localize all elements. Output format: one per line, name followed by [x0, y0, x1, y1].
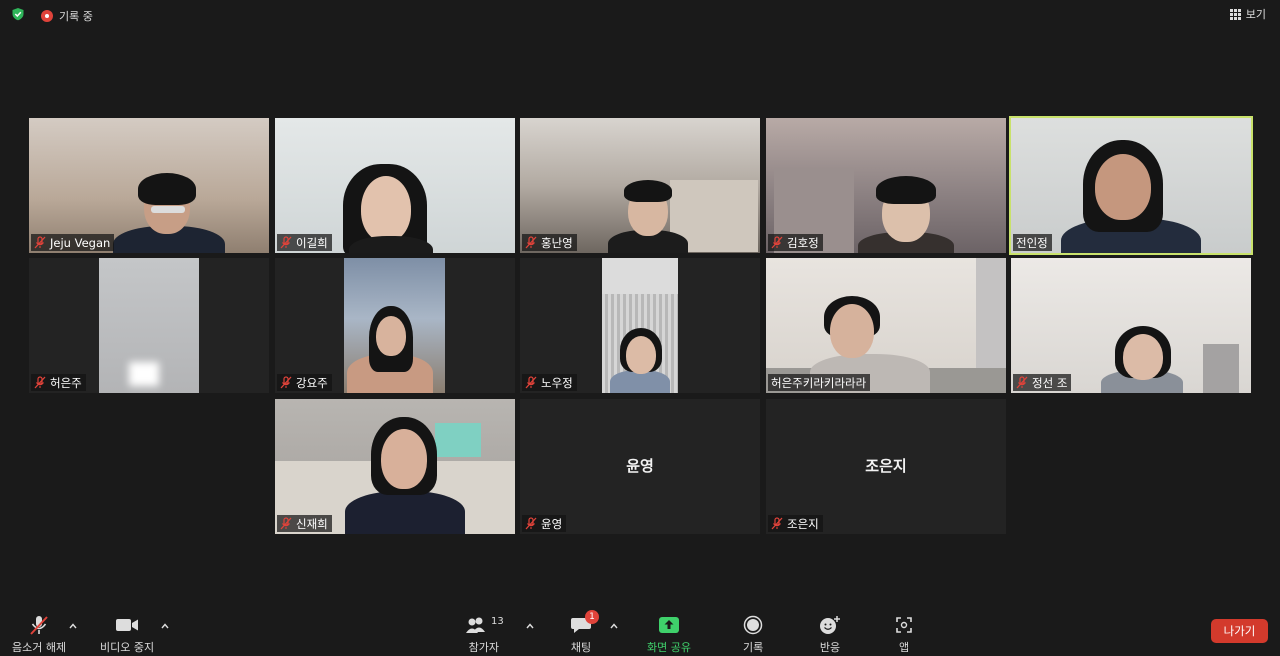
view-label: 보기 — [1245, 8, 1266, 21]
chat-label: 채팅 — [570, 641, 592, 654]
mic-muted-icon — [771, 236, 783, 249]
participant-name: Jeju Vegan — [50, 235, 111, 250]
video-tile-4[interactable]: 김호정 — [766, 118, 1006, 253]
record-label: 기록 — [743, 641, 764, 654]
window — [1203, 344, 1239, 393]
participant-name: 강요주 — [296, 375, 328, 390]
name-tag: 허은주키라키라라라 — [768, 374, 871, 391]
video-tile-7[interactable]: 강요주 — [275, 258, 515, 393]
leave-button[interactable]: 나가기 — [1211, 619, 1268, 643]
video-tile-3[interactable]: 홍난영 — [520, 118, 760, 253]
mic-muted-icon — [525, 376, 537, 389]
video-tile-6[interactable]: 허은주 — [29, 258, 269, 393]
participant-name: 신재희 — [296, 516, 328, 531]
unmute-button[interactable]: 음소거 해제 — [12, 614, 66, 655]
video-tile-2[interactable]: 이길희 — [275, 118, 515, 253]
name-tag: 허은주 — [31, 374, 86, 391]
name-tag: 정선 조 — [1013, 374, 1072, 391]
recording-label: 기록 중 — [59, 10, 93, 23]
video-tile-jeju-vegan[interactable]: Jeju Vegan — [29, 118, 269, 253]
name-tag: 홍난영 — [522, 234, 577, 251]
microphone-muted-icon — [30, 616, 48, 635]
apps-icon — [896, 617, 912, 633]
participant-name: 노우정 — [541, 375, 573, 390]
participant-name: 전인정 — [1016, 235, 1048, 250]
mic-muted-icon — [280, 236, 292, 249]
mic-muted-icon — [34, 236, 46, 249]
emoji-reaction-icon — [820, 616, 840, 634]
reactions-label: 반응 — [819, 641, 841, 654]
name-tag: 신재희 — [277, 515, 332, 532]
participant-name: 허은주 — [50, 375, 82, 390]
mic-muted-icon — [34, 376, 46, 389]
grid-view-icon — [1229, 8, 1241, 20]
video-label: 비디오 중지 — [100, 641, 155, 654]
mic-muted-icon — [280, 376, 292, 389]
record-icon — [743, 615, 763, 635]
participant-name: 조은지 — [787, 516, 819, 531]
chat-options-caret-icon[interactable] — [610, 622, 618, 630]
participants-label: 참가자 — [468, 641, 500, 654]
video-options-caret-icon[interactable] — [161, 622, 169, 630]
unmute-label: 음소거 해제 — [12, 641, 67, 654]
participants-count: 13 — [491, 615, 504, 627]
view-button[interactable]: 보기 — [1229, 6, 1266, 22]
participant-name: 정선 조 — [1032, 375, 1068, 390]
video-camera-icon — [116, 619, 139, 631]
name-tag: 강요주 — [277, 374, 332, 391]
cat-picture — [435, 423, 481, 457]
stop-video-button[interactable]: 비디오 중지 — [100, 614, 154, 655]
name-tag: 전인정 — [1013, 234, 1052, 251]
participant-display-name: 윤영 — [626, 457, 654, 475]
participant-name: 홍난영 — [541, 235, 573, 250]
share-screen-label: 화면 공유 — [647, 641, 691, 654]
mic-muted-icon — [525, 236, 537, 249]
share-screen-button[interactable]: 화면 공유 — [647, 614, 691, 655]
apps-label: 앱 — [898, 641, 910, 654]
security-shield-icon[interactable] — [11, 7, 25, 21]
name-tag: 김호정 — [768, 234, 823, 251]
wall — [602, 258, 678, 294]
light-glare — [129, 362, 159, 386]
reactions-button[interactable]: 반응 — [819, 614, 841, 655]
video-tile-9[interactable]: 허은주키라키라라라 — [766, 258, 1006, 393]
video-tile-11[interactable]: 신재희 — [275, 399, 515, 534]
name-tag: 이길희 — [277, 234, 332, 251]
name-tag: 윤영 — [522, 515, 567, 532]
mic-muted-icon — [1016, 376, 1028, 389]
participant-name: 김호정 — [787, 235, 819, 250]
chat-unread-badge: 1 — [585, 610, 599, 624]
share-screen-icon — [658, 617, 679, 633]
recording-indicator[interactable]: 기록 중 — [41, 8, 93, 24]
participants-icon — [466, 617, 485, 633]
video-tile-12-camera-off[interactable]: 윤영 윤영 — [520, 399, 760, 534]
participants-button[interactable]: 13 참가자 — [464, 614, 504, 655]
mic-muted-icon — [771, 517, 783, 530]
name-tag: 조은지 — [768, 515, 823, 532]
participant-name: 허은주키라키라라라 — [771, 375, 867, 390]
participant-name: 윤영 — [541, 516, 563, 531]
video-tile-8[interactable]: 노우정 — [520, 258, 760, 393]
video-tile-10[interactable]: 정선 조 — [1011, 258, 1251, 393]
participant-display-name: 조은지 — [865, 457, 907, 475]
participants-options-caret-icon[interactable] — [526, 622, 534, 630]
meeting-toolbar: 음소거 해제 비디오 중지 13 참가자 1 채팅 화면 공유 기록 반응 앱 — [0, 610, 1280, 656]
mic-muted-icon — [525, 517, 537, 530]
mic-muted-icon — [280, 517, 292, 530]
recording-dot-icon — [41, 10, 53, 22]
top-bar: 기록 중 보기 — [0, 0, 1280, 28]
audio-options-caret-icon[interactable] — [69, 622, 77, 630]
chat-button[interactable]: 1 채팅 — [570, 610, 599, 655]
video-tile-13-camera-off[interactable]: 조은지 조은지 — [766, 399, 1006, 534]
video-tile-active-speaker[interactable]: 전인정 — [1009, 116, 1253, 255]
name-tag: Jeju Vegan — [31, 234, 115, 251]
participant-name: 이길희 — [296, 235, 328, 250]
record-button[interactable]: 기록 — [743, 614, 763, 655]
name-tag: 노우정 — [522, 374, 577, 391]
apps-button[interactable]: 앱 — [895, 614, 913, 655]
